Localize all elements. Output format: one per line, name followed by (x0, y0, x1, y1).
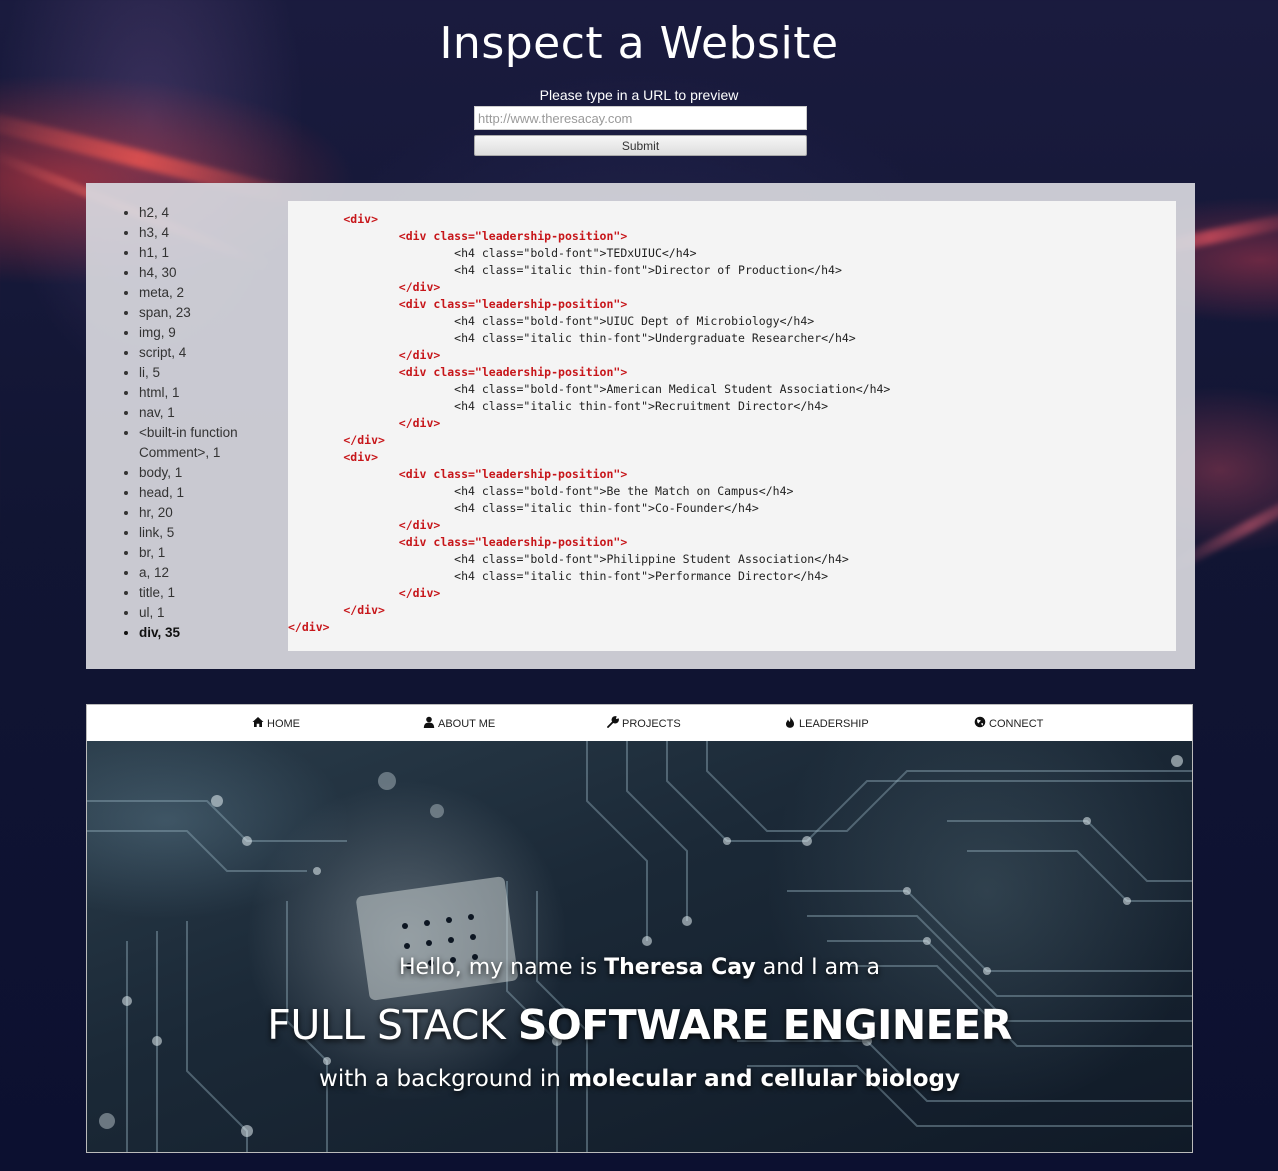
tag-count-list: h2, 4h3, 4h1, 1h4, 30meta, 2span, 23img,… (119, 203, 289, 643)
code-line: <div> (288, 212, 379, 226)
code-line: <div class="leadership-position"> (288, 365, 628, 379)
results-panel: h2, 4h3, 4h1, 1h4, 30meta, 2span, 23img,… (86, 183, 1195, 669)
url-prompt-label: Please type in a URL to preview (539, 87, 739, 103)
url-input[interactable] (474, 106, 807, 130)
nav-label: HOME (267, 717, 300, 730)
code-line: </div> (288, 586, 441, 600)
hero-subtitle-prefix: with a background in (319, 1066, 569, 1092)
code-line: <h4 class="bold-font">American Medical S… (288, 382, 891, 396)
home-icon (252, 716, 264, 731)
code-line: <h4 class="bold-font">UIUC Dept of Micro… (288, 314, 815, 328)
code-line: <div class="leadership-position"> (288, 467, 628, 481)
code-line: </div> (288, 603, 385, 617)
code-line: <div class="leadership-position"> (288, 297, 628, 311)
hero-banner: Hello, my name is Theresa Cay and I am a… (87, 741, 1192, 1152)
hero-subtitle: with a background in molecular and cellu… (87, 1066, 1192, 1092)
nav-item-home[interactable]: HOME (252, 716, 300, 731)
tag-count-item: h4, 30 (139, 263, 289, 283)
tag-count-item: body, 1 (139, 463, 289, 483)
wrench-icon (607, 716, 619, 731)
tag-count-item: h3, 4 (139, 223, 289, 243)
tag-count-item: div, 35 (139, 623, 289, 643)
nav-item-leadership[interactable]: LEADERSHIP (784, 716, 869, 731)
code-line: <h4 class="bold-font">TEDxUIUC</h4> (288, 246, 697, 260)
nav-item-connect[interactable]: CONNECT (974, 716, 1043, 731)
source-code-panel[interactable]: <div> <div class="leadership-position"> … (288, 201, 1176, 651)
tag-count-item: nav, 1 (139, 403, 289, 423)
tag-count-item: h1, 1 (139, 243, 289, 263)
code-line: </div> (288, 518, 441, 532)
tag-count-item: a, 12 (139, 563, 289, 583)
tag-count-item: head, 1 (139, 483, 289, 503)
hero-headline-bold: SOFTWARE ENGINEER (517, 1001, 1012, 1049)
code-line: <h4 class="bold-font">Philippine Student… (288, 552, 849, 566)
globe-icon (974, 716, 986, 731)
tag-count-item: span, 23 (139, 303, 289, 323)
tag-count-item: h2, 4 (139, 203, 289, 223)
tag-count-item: <built-in function Comment>, 1 (139, 423, 289, 463)
code-line: <h4 class="italic thin-font">Recruitment… (288, 399, 829, 413)
tag-count-item: html, 1 (139, 383, 289, 403)
nav-item-projects[interactable]: PROJECTS (607, 716, 681, 731)
tag-count-item: script, 4 (139, 343, 289, 363)
page-title: Inspect a Website (439, 18, 839, 69)
preview-navbar: HOME ABOUT ME PROJECTS LEADERSHIP CONNEC… (87, 705, 1192, 741)
code-line: <h4 class="italic thin-font">Director of… (288, 263, 842, 277)
hero-greeting-suffix: and I am a (755, 955, 881, 980)
code-line: <h4 class="italic thin-font">Co-Founder<… (288, 501, 759, 515)
code-line: </div> (288, 280, 441, 294)
hero-headline-light: FULL STACK (267, 1001, 518, 1049)
tag-count-item: img, 9 (139, 323, 289, 343)
tag-count-item: link, 5 (139, 523, 289, 543)
nav-label: PROJECTS (622, 717, 681, 730)
code-line: <h4 class="italic thin-font">Performance… (288, 569, 829, 583)
tag-count-item: meta, 2 (139, 283, 289, 303)
nav-label: LEADERSHIP (799, 717, 869, 730)
hero-greeting: Hello, my name is Theresa Cay and I am a (87, 955, 1192, 980)
tag-count-item: hr, 20 (139, 503, 289, 523)
code-line: <div class="leadership-position"> (288, 535, 628, 549)
code-line: <h4 class="bold-font">Be the Match on Ca… (288, 484, 794, 498)
user-icon (423, 716, 435, 731)
nav-label: ABOUT ME (438, 717, 496, 730)
hero-headline: FULL STACK SOFTWARE ENGINEER (87, 1001, 1192, 1049)
tag-count-item: li, 5 (139, 363, 289, 383)
code-line: <div class="leadership-position"> (288, 229, 628, 243)
tag-count-item: title, 1 (139, 583, 289, 603)
code-line: </div> (288, 433, 385, 447)
nav-label: CONNECT (989, 717, 1044, 730)
tag-count-item: ul, 1 (139, 603, 289, 623)
fire-icon (784, 716, 796, 731)
hero-name: Theresa Cay (604, 955, 756, 980)
website-preview[interactable]: HOME ABOUT ME PROJECTS LEADERSHIP CONNEC… (86, 704, 1193, 1153)
code-line: <h4 class="italic thin-font">Undergradua… (288, 331, 856, 345)
hero-subtitle-bold: molecular and cellular biology (568, 1066, 960, 1092)
code-line: </div> (288, 348, 441, 362)
code-line: <div> (288, 450, 379, 464)
nav-item-about-me[interactable]: ABOUT ME (423, 716, 495, 731)
hero-greeting-prefix: Hello, my name is (398, 955, 605, 980)
tag-count-item: br, 1 (139, 543, 289, 563)
code-line: </div> (288, 620, 330, 634)
code-line: </div> (288, 416, 441, 430)
submit-button[interactable]: Submit (474, 135, 807, 156)
